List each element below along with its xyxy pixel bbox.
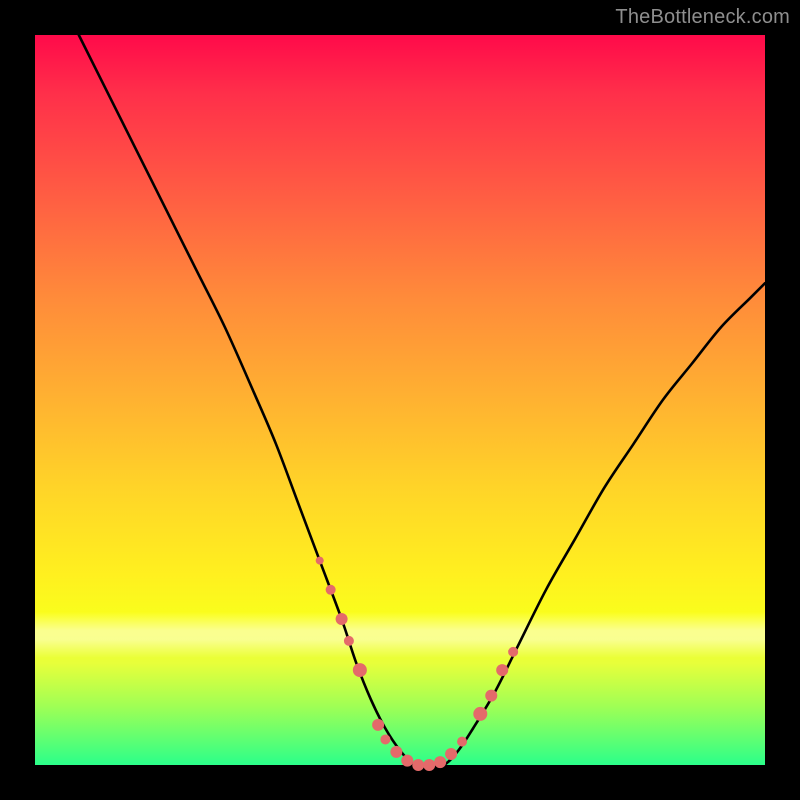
highlight-dot	[380, 734, 390, 744]
highlight-dot	[434, 756, 446, 768]
highlight-dot	[390, 746, 402, 758]
highlight-dot	[473, 707, 487, 721]
highlight-dot	[326, 585, 336, 595]
watermark-text: TheBottleneck.com	[615, 6, 790, 29]
chart-frame: TheBottleneck.com	[0, 0, 800, 800]
highlight-dot	[401, 755, 413, 767]
highlight-dot	[372, 719, 384, 731]
highlight-dot	[445, 748, 457, 760]
highlight-dot	[344, 636, 354, 646]
highlight-dot	[336, 613, 348, 625]
highlight-dot	[412, 759, 424, 771]
highlight-dot	[485, 690, 497, 702]
highlight-dot	[496, 664, 508, 676]
bottleneck-curve	[79, 35, 765, 766]
highlight-dot	[423, 759, 435, 771]
highlight-dot	[353, 663, 367, 677]
highlight-marker-group	[316, 557, 518, 771]
highlight-dot	[457, 737, 467, 747]
highlight-dot	[316, 557, 324, 565]
chart-svg	[35, 35, 765, 765]
highlight-dot	[508, 647, 518, 657]
